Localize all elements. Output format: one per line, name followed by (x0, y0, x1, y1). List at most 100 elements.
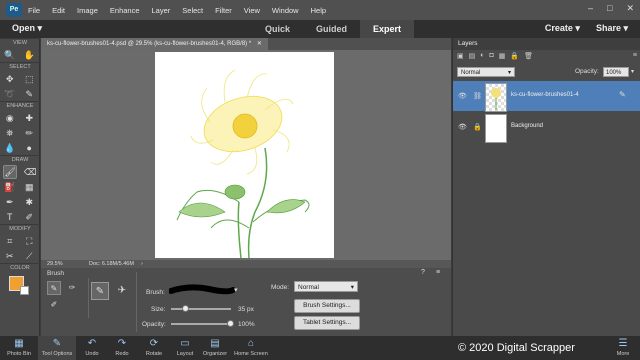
chevron-right-icon[interactable]: › (141, 260, 143, 268)
more-button[interactable]: ☰ More (610, 336, 636, 360)
document-tab[interactable]: ks-cu-flower-brushes01-4.psd @ 29.5% (ks… (41, 38, 268, 50)
marquee-tool-icon[interactable]: ⬚ (23, 73, 35, 85)
opacity-slider[interactable] (171, 320, 234, 327)
tab-quick[interactable]: Quick (252, 20, 303, 38)
tab-expert[interactable]: Expert (360, 20, 415, 38)
new-group-icon[interactable]: ▤ (469, 52, 476, 64)
mode-select[interactable]: Normal ▾ (294, 281, 358, 292)
open-button[interactable]: Open ▾ (12, 23, 42, 34)
menu-file[interactable]: File (28, 6, 40, 15)
size-value[interactable]: 35 px (238, 306, 254, 313)
eye-icon[interactable]: 👁 (458, 123, 467, 131)
lasso-tool-icon[interactable]: ➰ (4, 88, 16, 100)
sponge-tool-icon[interactable]: ● (23, 142, 35, 154)
share-button[interactable]: Share ▾ (596, 23, 628, 34)
chevron-down-icon[interactable]: ▾ (234, 286, 238, 294)
menu-edit[interactable]: Edit (52, 6, 65, 15)
brush-tool-icon[interactable]: 🖌 (3, 164, 18, 179)
opacity-value[interactable]: 100% (238, 321, 255, 328)
chevron-down-icon: ▾ (575, 23, 580, 33)
airbrush-icon[interactable]: ✈ (113, 282, 131, 300)
content-aware-move-tool-icon[interactable]: ✂ (4, 250, 16, 262)
tool-options-panel: Brush ? ≡ ✎ ✑ ✐ ✎ ✈ Brush: ▾ Size: 35 px… (41, 268, 451, 336)
opacity-slider-handle[interactable] (227, 320, 234, 327)
link-icon[interactable]: ⛓ (473, 92, 482, 100)
straighten-tool-icon[interactable]: ⟋ (23, 250, 35, 262)
close-icon[interactable]: ✕ (257, 41, 262, 47)
lock-icon[interactable]: 🔒 (473, 123, 482, 131)
zoom-level[interactable]: 29.5% (47, 260, 63, 268)
spot-healing-tool-icon[interactable]: ✚ (23, 112, 35, 124)
layer-name[interactable]: ks-cu-flower-brushes01-4 (511, 92, 579, 98)
tab-guided[interactable]: Guided (303, 20, 360, 38)
size-slider[interactable] (171, 305, 231, 312)
menu-help[interactable]: Help (311, 6, 326, 15)
layer-mask-icon[interactable]: ◘ (489, 52, 493, 64)
brush-settings-button[interactable]: Brush Settings... (294, 299, 360, 313)
task-bar: ▦ Photo Bin ✎ Tool Options ↶ Undo ↷ Redo ⟳ Ro… (0, 336, 640, 360)
chevron-down-icon[interactable]: ▾ (631, 68, 634, 75)
layer-row[interactable]: 👁 ⛓ ks-cu-flower-brushes01-4 ✎ (453, 81, 640, 112)
recompose-tool-icon[interactable]: ⛶ (23, 235, 35, 247)
flower-artwork (176, 69, 310, 259)
menu-enhance[interactable]: Enhance (110, 6, 140, 15)
panel-menu-icon[interactable]: ≡ (633, 52, 637, 64)
new-layer-icon[interactable]: ▣ (457, 52, 464, 64)
color-picker-tool-icon[interactable]: ✒ (4, 196, 16, 208)
eraser-tool-icon[interactable]: ⌫ (24, 166, 37, 178)
redo-button[interactable]: ↷ Redo (110, 336, 134, 360)
size-slider-handle[interactable] (182, 305, 189, 312)
layer-name[interactable]: Background (511, 123, 543, 129)
photo-bin-button[interactable]: ▦ Photo Bin (4, 336, 34, 360)
background-color-swatch[interactable] (20, 286, 29, 295)
zoom-tool-icon[interactable]: 🔍 (4, 49, 16, 61)
create-button[interactable]: Create ▾ (545, 23, 580, 34)
lock-icon[interactable]: 🔒 (510, 52, 519, 64)
menu-icon[interactable]: ≡ (436, 269, 440, 276)
pencil-tool-icon[interactable]: ✐ (23, 211, 35, 223)
menu-image[interactable]: Image (77, 6, 98, 15)
mode-label: Mode: (271, 284, 290, 291)
brush-mode-icon[interactable]: ✎ (47, 281, 61, 295)
custom-shape-tool-icon[interactable]: ✱ (23, 196, 35, 208)
type-tool-icon[interactable]: T (4, 211, 16, 223)
tablet-settings-button[interactable]: Tablet Settings... (294, 316, 360, 330)
eye-tool-icon[interactable]: ◉ (4, 112, 16, 124)
organizer-button[interactable]: ▤ Organizer (200, 336, 230, 360)
blur-tool-icon[interactable]: 💧 (4, 142, 16, 154)
impressionist-brush-icon[interactable]: ✑ (65, 281, 79, 295)
menu-window[interactable]: Window (272, 6, 299, 15)
clone-stamp-tool-icon[interactable]: ⛯ (4, 127, 16, 139)
quick-selection-tool-icon[interactable]: ✎ (23, 88, 35, 100)
close-icon[interactable]: ✕ (626, 3, 634, 14)
layer-opacity-field[interactable]: 100% (603, 67, 629, 77)
menu-select[interactable]: Select (182, 6, 203, 15)
hand-tool-icon[interactable]: ✋ (23, 49, 35, 61)
adjustment-layer-icon[interactable]: ◐ (480, 52, 484, 64)
move-tool-icon[interactable]: ✥ (4, 73, 16, 85)
tool-options-button[interactable]: ✎ Tool Options (38, 336, 76, 360)
menu-view[interactable]: View (244, 6, 260, 15)
menu-filter[interactable]: Filter (215, 6, 232, 15)
rotate-button[interactable]: ⟳ Rotate (140, 336, 168, 360)
layer-row[interactable]: 👁 🔒 Background (453, 112, 640, 143)
crop-tool-icon[interactable]: ⌗ (4, 235, 16, 247)
lock-transparency-icon[interactable]: ▦ (499, 52, 506, 64)
document-canvas[interactable] (155, 52, 334, 259)
minimize-icon[interactable]: – (588, 3, 593, 14)
layout-button[interactable]: ▭ Layout (172, 336, 198, 360)
help-icon[interactable]: ? (421, 269, 425, 276)
gradient-tool-icon[interactable]: ▦ (23, 181, 35, 193)
blend-mode-select[interactable]: Normal ▾ (457, 67, 515, 77)
delete-layer-icon[interactable]: 🗑 (524, 52, 533, 64)
brush-preset-picker[interactable] (168, 282, 237, 298)
smart-brush-tool-icon[interactable]: ✏ (23, 127, 35, 139)
paint-bucket-tool-icon[interactable]: ⛽ (4, 181, 16, 193)
color-replacement-brush-icon[interactable]: ✐ (47, 298, 61, 312)
airbrush-off-icon[interactable]: ✎ (91, 282, 109, 300)
maximize-icon[interactable]: □ (607, 3, 612, 14)
eye-icon[interactable]: 👁 (458, 92, 467, 100)
home-screen-button[interactable]: ⌂ Home Screen (232, 336, 270, 360)
undo-button[interactable]: ↶ Undo (80, 336, 104, 360)
menu-layer[interactable]: Layer (152, 6, 171, 15)
